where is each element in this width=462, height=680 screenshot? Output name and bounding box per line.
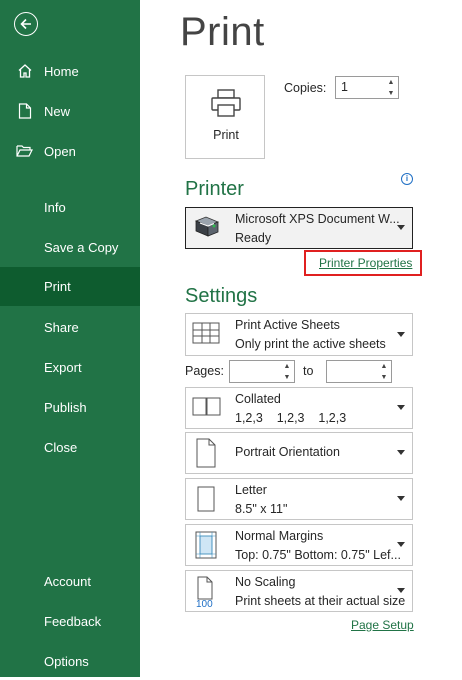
dropdown-title: Portrait Orientation xyxy=(235,445,340,459)
sidebar-item-label: Close xyxy=(44,439,78,455)
pages-from-input[interactable]: ▲ ▼ xyxy=(229,360,295,383)
paper-size-icon xyxy=(192,484,220,519)
dropdown-title: Print Active Sheets xyxy=(235,318,340,332)
copies-label: Copies: xyxy=(284,81,327,95)
sidebar-item-label: Print xyxy=(44,279,71,294)
dropdown-title: Normal Margins xyxy=(235,529,324,543)
stepper-arrows-icon[interactable]: ▲ ▼ xyxy=(282,362,292,382)
backstage-sidebar: Home New Open Info Save a Copy Print Sha… xyxy=(0,0,140,677)
sidebar-item-share[interactable]: Share xyxy=(0,308,140,346)
sidebar-item-label: Options xyxy=(44,653,89,669)
to-label: to xyxy=(303,364,314,378)
sidebar-item-label: Account xyxy=(44,573,91,589)
stepper-arrows-icon[interactable]: ▲ ▼ xyxy=(386,78,396,98)
scaling-percent-text: 100 xyxy=(196,599,213,608)
home-icon xyxy=(16,62,34,80)
dropdown-title: Collated xyxy=(235,392,281,406)
stepper-arrows-icon[interactable]: ▲ ▼ xyxy=(379,362,389,382)
sidebar-item-close[interactable]: Close xyxy=(0,428,140,466)
sidebar-item-label: Publish xyxy=(44,399,87,415)
pages-label: Pages: xyxy=(185,364,224,378)
sidebar-item-publish[interactable]: Publish xyxy=(0,388,140,426)
dropdown-subtitle: Only print the active sheets xyxy=(235,337,386,351)
new-document-icon xyxy=(16,102,34,120)
dropdown-title: Letter xyxy=(235,483,267,497)
scaling-page-icon: 100 xyxy=(192,576,220,613)
sidebar-item-label: Share xyxy=(44,319,79,335)
chevron-down-icon xyxy=(397,405,405,410)
printer-icon xyxy=(210,88,242,123)
chevron-down-icon xyxy=(397,542,405,547)
chevron-down-icon xyxy=(397,331,405,337)
scaling-dropdown[interactable]: 100 No Scaling Print sheets at their act… xyxy=(185,570,413,612)
pages-to-input[interactable]: ▲ ▼ xyxy=(326,360,392,383)
sidebar-item-label: Open xyxy=(44,143,76,159)
margins-icon xyxy=(192,530,220,565)
chevron-down-icon xyxy=(397,450,405,455)
sidebar-item-label: Export xyxy=(44,359,82,375)
orientation-dropdown[interactable]: Portrait Orientation xyxy=(185,432,413,474)
copies-stepper[interactable]: 1 ▲ ▼ xyxy=(335,76,399,99)
portrait-page-icon xyxy=(192,438,220,473)
sidebar-item-home[interactable]: Home xyxy=(0,52,140,90)
sidebar-item-account[interactable]: Account xyxy=(0,562,140,600)
print-what-dropdown[interactable]: Print Active Sheets Only print the activ… xyxy=(185,313,413,356)
sidebar-item-label: Save a Copy xyxy=(44,239,119,255)
print-button-label: Print xyxy=(213,128,239,142)
printer-dropdown[interactable]: Microsoft XPS Document W... Ready xyxy=(185,207,413,249)
printer-status: Ready xyxy=(235,231,272,245)
info-icon[interactable]: i xyxy=(401,173,413,185)
dropdown-subtitle: Print sheets at their actual size xyxy=(235,594,406,608)
copies-value: 1 xyxy=(341,80,348,94)
dropdown-subtitle: 8.5" x 11" xyxy=(235,502,288,516)
sidebar-item-info[interactable]: Info xyxy=(0,188,140,226)
settings-heading: Settings xyxy=(185,285,258,307)
dropdown-subtitle: Top: 0.75" Bottom: 0.75" Lef... xyxy=(235,548,401,562)
paper-size-dropdown[interactable]: Letter 8.5" x 11" xyxy=(185,478,413,520)
printer-name: Microsoft XPS Document W... xyxy=(235,212,400,226)
sheet-grid-icon xyxy=(192,319,220,352)
margins-dropdown[interactable]: Normal Margins Top: 0.75" Bottom: 0.75" … xyxy=(185,524,413,566)
folder-open-icon xyxy=(16,142,34,160)
sidebar-item-print[interactable]: Print xyxy=(0,267,140,306)
collated-pages-icon xyxy=(192,393,222,426)
sidebar-item-label: Home xyxy=(44,63,79,79)
sidebar-item-open[interactable]: Open xyxy=(0,132,140,170)
chevron-down-icon xyxy=(397,225,405,230)
printer-heading: Printer xyxy=(185,178,244,200)
back-arrow-icon[interactable] xyxy=(14,12,38,36)
sidebar-item-save-a-copy[interactable]: Save a Copy xyxy=(0,228,140,266)
sidebar-item-feedback[interactable]: Feedback xyxy=(0,602,140,640)
chevron-down-icon xyxy=(397,496,405,501)
dropdown-title: No Scaling xyxy=(235,575,296,589)
sidebar-item-new[interactable]: New xyxy=(0,92,140,130)
printer-device-icon xyxy=(192,213,222,246)
collation-dropdown[interactable]: Collated 1,2,3 1,2,3 1,2,3 xyxy=(185,387,413,429)
printer-properties-link[interactable]: Printer Properties xyxy=(319,256,412,270)
sidebar-item-label: New xyxy=(44,103,71,119)
page-title: Print xyxy=(180,10,265,54)
sidebar-item-options[interactable]: Options xyxy=(0,642,140,680)
sidebar-item-label: Info xyxy=(44,199,66,215)
sidebar-item-export[interactable]: Export xyxy=(0,348,140,386)
chevron-down-icon xyxy=(397,588,405,593)
dropdown-subtitle: 1,2,3 1,2,3 1,2,3 xyxy=(235,411,347,425)
sidebar-item-label: Feedback xyxy=(44,613,102,629)
print-button[interactable]: Print xyxy=(185,75,265,159)
page-setup-link[interactable]: Page Setup xyxy=(351,618,414,632)
